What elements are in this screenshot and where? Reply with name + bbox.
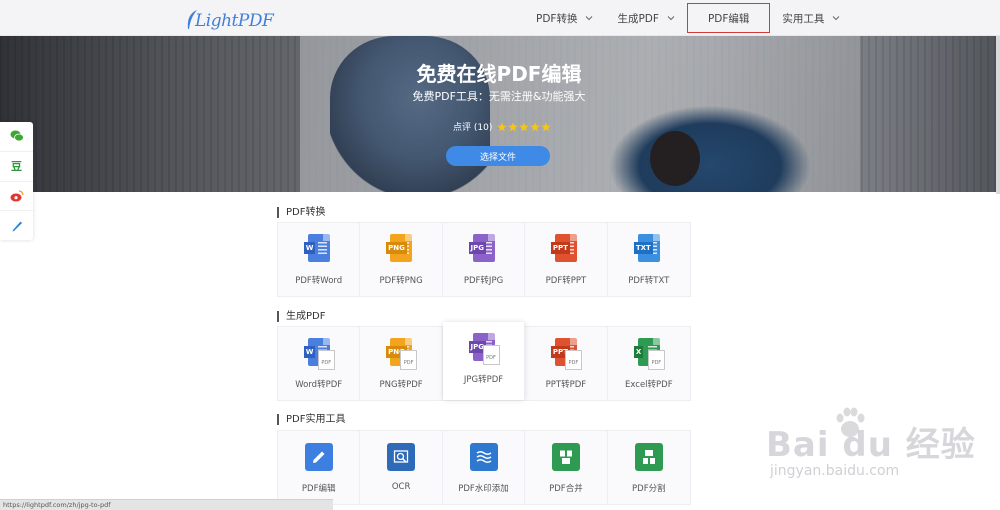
share-sidebar: 豆 — [0, 122, 33, 240]
rating-label: 点评 (10) — [453, 123, 493, 133]
choose-file-button[interactable]: 选择文件 — [446, 146, 550, 166]
tile-label: PPT转PDF — [545, 380, 587, 390]
txt-file-icon: TXT — [632, 234, 666, 266]
tool-grid-pdf-tools: PDF编辑 OCR PDF水印添加 PDF合并 PDF分割 — [277, 430, 691, 505]
tile-png-to-pdf[interactable]: PNG PDF PNG转PDF — [360, 327, 443, 400]
tool-grid-create-pdf: W PDF Word转PDF PNG PDF PNG转PDF JPG PDF JPG转… — [277, 322, 691, 401]
png-file-icon: PNG — [384, 234, 418, 266]
nav-pdf-convert[interactable]: PDF转换 — [524, 0, 605, 36]
star-icon — [541, 122, 551, 131]
nav-label: PDF转换 — [536, 12, 578, 25]
tile-label: PDF转Word — [295, 276, 343, 286]
edit-icon — [304, 443, 333, 471]
rating: 点评 (10) — [453, 120, 552, 133]
tile-word-to-pdf[interactable]: W PDF Word转PDF — [278, 327, 361, 400]
nav-label: 实用工具 — [782, 12, 825, 25]
tile-label: PDF分割 — [632, 484, 666, 494]
main-nav: PDF转换 生成PDF PDF编辑 实用工具 — [524, 0, 852, 36]
tile-label: Word转PDF — [295, 380, 343, 390]
douban-icon: 豆 — [11, 160, 22, 174]
rating-stars — [497, 122, 552, 132]
tile-label: PDF转PPT — [545, 276, 587, 286]
share-weibo[interactable] — [0, 182, 33, 212]
tile-excel-to-pdf[interactable]: X PDF Excel转PDF — [607, 327, 691, 400]
png-to-pdf-icon: PNG PDF — [384, 338, 418, 370]
wechat-icon — [10, 130, 24, 142]
star-icon — [497, 122, 507, 131]
word-file-icon: W — [302, 234, 336, 266]
tile-pdf-split[interactable]: PDF分割 — [607, 431, 691, 504]
watermark-text: Bai du 经验 — [766, 425, 976, 465]
chevron-down-icon — [833, 16, 840, 21]
nav-label: 生成PDF — [617, 12, 659, 25]
tile-label: OCR — [391, 482, 411, 492]
tile-label: JPG转PDF — [463, 375, 504, 385]
chevron-down-icon — [586, 16, 593, 21]
watermark-icon — [469, 443, 498, 471]
hero-subtitle: 免费PDF工具：无需注册&功能强大 — [412, 90, 586, 103]
tile-label: PDF水印添加 — [458, 484, 509, 494]
baidu-watermark: Bai du 经验 jingyan.baidu.com — [750, 405, 980, 495]
tile-ppt-to-pdf[interactable]: PPT PDF PPT转PDF — [525, 327, 608, 400]
section-title-create-pdf: 生成PDF — [277, 311, 325, 322]
tile-pdf-to-png[interactable]: PNG PDF转PNG — [360, 223, 443, 296]
browser-status-bar: https://lightpdf.com/zh/jpg-to-pdf — [0, 499, 333, 510]
tile-label: PDF合并 — [549, 484, 583, 494]
star-icon — [508, 122, 518, 131]
weibo-icon — [10, 190, 24, 202]
watermark-url: jingyan.baidu.com — [770, 463, 900, 479]
pen-icon — [12, 221, 22, 232]
nav-create-pdf[interactable]: 生成PDF — [605, 0, 686, 36]
tile-pdf-to-txt[interactable]: TXT PDF转TXT — [607, 223, 691, 296]
ocr-icon — [387, 443, 416, 471]
tile-pdf-watermark[interactable]: PDF水印添加 — [442, 431, 526, 504]
top-navigation-bar: LightPDF PDF转换 生成PDF PDF编辑 实用工具 — [0, 0, 1000, 36]
tile-label: PDF转PNG — [379, 276, 423, 286]
tile-pdf-edit[interactable]: PDF编辑 — [278, 431, 361, 504]
logo[interactable]: LightPDF — [185, 5, 274, 31]
hero-title: 免费在线PDF编辑 — [416, 62, 582, 86]
scrollbar[interactable] — [996, 36, 1000, 194]
logo-text: LightPDF — [195, 11, 274, 31]
tile-ocr[interactable]: OCR — [360, 431, 443, 504]
word-to-pdf-icon: W PDF — [302, 338, 336, 370]
nav-label: PDF编辑 — [707, 12, 750, 25]
chevron-down-icon — [667, 16, 675, 21]
tile-jpg-to-pdf[interactable]: JPG PDF JPG转PDF — [442, 322, 526, 400]
share-pen[interactable] — [0, 211, 33, 240]
tool-grid-pdf-convert: W PDF转Word PNG PDF转PNG JPG PDF转JPG PPT P… — [277, 222, 691, 297]
ppt-to-pdf-icon: PPT PDF — [549, 338, 583, 370]
hero-banner: 免费在线PDF编辑 免费PDF工具：无需注册&功能强大 点评 (10) 选择文件 — [0, 36, 998, 192]
tile-pdf-to-word[interactable]: W PDF转Word — [278, 223, 361, 296]
merge-icon — [551, 443, 580, 471]
tile-label: Excel转PDF — [625, 380, 673, 390]
excel-to-pdf-icon: X PDF — [632, 338, 666, 370]
tile-label: PNG转PDF — [379, 380, 423, 390]
section-title-pdf-tools: PDF实用工具 — [277, 414, 345, 425]
tile-pdf-to-jpg[interactable]: JPG PDF转JPG — [442, 223, 526, 296]
jpg-file-icon: JPG — [467, 234, 501, 266]
tile-label: PDF转JPG — [463, 276, 504, 286]
share-douban[interactable]: 豆 — [0, 152, 33, 182]
page: LightPDF PDF转换 生成PDF PDF编辑 实用工具 免费在线PDF编… — [0, 0, 1000, 510]
tile-label: PDF转TXT — [628, 276, 670, 286]
star-icon — [519, 122, 529, 131]
nav-tools[interactable]: 实用工具 — [770, 0, 852, 36]
split-icon — [634, 443, 663, 471]
ppt-file-icon: PPT — [549, 234, 583, 266]
star-icon — [530, 122, 540, 131]
nav-pdf-edit[interactable]: PDF编辑 — [686, 3, 771, 33]
jpg-to-pdf-icon: JPG PDF — [467, 333, 501, 365]
share-wechat[interactable] — [0, 122, 33, 152]
tile-pdf-to-ppt[interactable]: PPT PDF转PPT — [525, 223, 608, 296]
tile-pdf-merge[interactable]: PDF合并 — [525, 431, 608, 504]
section-title-pdf-convert: PDF转换 — [277, 207, 325, 218]
tile-label: PDF编辑 — [301, 484, 336, 494]
